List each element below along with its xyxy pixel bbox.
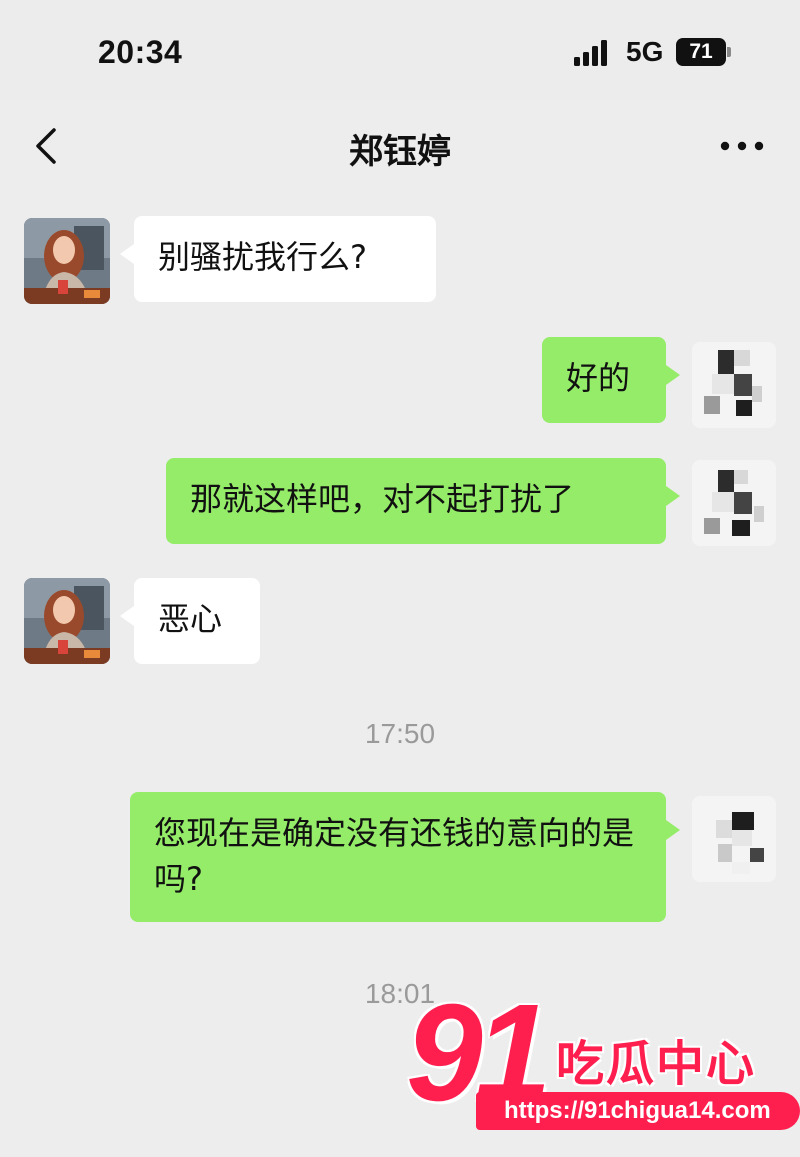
message-text: 那就这样吧，对不起打扰了 <box>190 480 575 518</box>
contact-avatar[interactable] <box>24 218 110 304</box>
chat-title: 郑钰婷 <box>349 132 451 172</box>
message-text: 好的 <box>566 359 631 397</box>
chat-timestamp: 17:50 <box>364 718 436 749</box>
message-bubble[interactable]: 您现在是确定没有还钱的意向的是吗? <box>130 792 680 922</box>
user-avatar-image <box>692 460 776 546</box>
contact-avatar-image <box>24 218 110 304</box>
user-avatar[interactable] <box>692 460 776 546</box>
message-bubble[interactable]: 恶心 <box>120 578 260 664</box>
message-text: 恶心 <box>158 600 223 638</box>
battery-icon: 71 <box>676 38 732 66</box>
contact-avatar-image <box>24 578 110 664</box>
user-avatar[interactable] <box>692 796 776 882</box>
user-avatar[interactable] <box>692 342 776 428</box>
message-text: 别骚扰我行么? <box>158 238 367 276</box>
battery-level: 71 <box>676 38 726 66</box>
battery-cap <box>727 47 731 57</box>
more-dots-icon[interactable] <box>716 136 768 156</box>
user-avatar-image <box>692 796 776 882</box>
status-time: 20:34 <box>98 34 183 70</box>
chat-header: 郑钰婷 <box>0 100 800 192</box>
message-bubble[interactable]: 那就这样吧，对不起打扰了 <box>166 458 680 544</box>
user-avatar-image <box>692 342 776 428</box>
status-bar: 20:34 5G 71 <box>0 0 800 100</box>
message-bubble[interactable]: 好的 <box>542 337 680 423</box>
message-text: 您现在是确定没有还钱的意向的是吗? <box>154 814 635 898</box>
signal-icon <box>574 40 607 66</box>
network-type: 5G <box>626 36 664 67</box>
watermark-url: https://91chigua14.com <box>476 1092 800 1130</box>
contact-avatar[interactable] <box>24 578 110 664</box>
message-bubble[interactable]: 别骚扰我行么? <box>120 216 436 302</box>
watermark-brand: 吃瓜中心 <box>556 1036 757 1092</box>
watermark-logo: 91 吃瓜中心 https://91chigua14.com <box>406 976 800 1136</box>
